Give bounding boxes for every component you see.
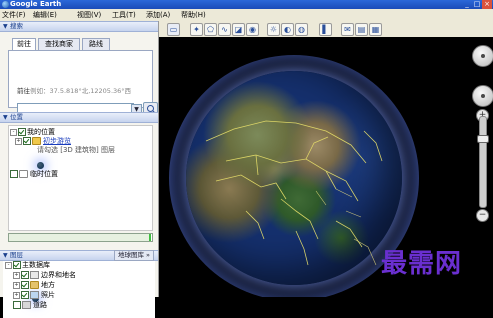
hint-example: 例如：37.5.818°北,12205.36°西 [30,87,132,95]
main-toolbar: ▭ ✦ ⬠ ∿ ◪ ◉ ☼ ◐ ◍ ▌ ✉ ▤ ▦ [159,21,493,38]
checkbox[interactable] [10,170,18,178]
watermark: 最需网 [381,249,463,279]
layer-label: 照片 [41,291,55,299]
places-icon [30,281,39,289]
checkbox[interactable] [21,281,29,289]
tab-find-business[interactable]: 查找商家 [38,38,80,50]
places-tree: - 我的位置 + 初步游览 请勾选 [3D 建筑物] 图层 临时位置 [8,125,153,231]
layer-label: 主数据库 [22,261,50,269]
layer-label: 道路 [33,301,47,309]
checkbox[interactable] [21,271,29,279]
email-icon[interactable]: ✉ [341,23,354,36]
tree-item-label: 我的位置 [27,128,55,136]
layer-label: 地方 [41,281,55,289]
checkbox[interactable] [21,291,29,299]
google-earth-app-icon [2,1,9,8]
folder-icon [19,170,28,178]
collapse-arrow-icon[interactable]: ▼ [3,113,8,122]
tab-directions[interactable]: 路线 [82,38,110,50]
expand-toggle[interactable]: + [15,137,22,145]
placemark-icon[interactable]: ✦ [190,23,203,36]
folder-icon [32,137,41,145]
checkbox[interactable] [13,261,21,269]
tree-item-label: 临时位置 [30,170,58,178]
layers-tree: - 主数据库 + 边界和地名 + 地方 + 照片 道路 [3,261,155,318]
sidebar-icon[interactable]: ▭ [167,23,180,36]
menu-tools[interactable]: 工具(T) [112,9,136,21]
layers-header-label: 图层 [10,251,23,259]
maps-icon[interactable]: ▦ [369,23,382,36]
maximize-button[interactable]: □ [472,0,482,9]
tour-icon[interactable]: ◉ [246,23,259,36]
zoom-slider[interactable] [477,116,489,208]
places-header-label: 位置 [10,113,23,121]
expand-toggle[interactable]: - [5,261,12,269]
expand-toggle[interactable]: + [13,291,20,299]
photo-icon [30,291,39,299]
places-section-header[interactable]: ▼ 位置 [0,112,158,123]
sky-icon[interactable]: ◐ [281,23,294,36]
search-section-header[interactable]: ▼ 搜索 [0,21,158,32]
sidebar: ▼ 搜索 前往 查找商家 路线 前往例如：37.5.818°北,12205.36… [0,21,159,318]
tree-item-my-places[interactable]: - 我的位置 [10,128,55,169]
layer-item[interactable]: - 主数据库 [5,261,50,302]
expand-toggle[interactable]: - [10,128,17,136]
zoom-out-button[interactable]: − [476,209,489,222]
globe-icon [37,162,44,169]
earth-gallery-button[interactable]: 地球图库 » [113,250,154,261]
overlay-icon[interactable]: ◪ [232,23,245,36]
layer-item[interactable]: + 地方 [13,281,55,290]
close-button[interactable]: × [482,0,492,9]
checkbox[interactable] [18,128,26,136]
title-bar: Google Earth _ □ × [0,0,493,9]
menu-edit[interactable]: 编辑(E) [33,9,57,21]
planet-icon[interactable]: ◍ [295,23,308,36]
expand-toggle[interactable]: + [13,271,20,279]
layer-label: 边界和地名 [41,271,76,279]
flag-icon [30,271,39,279]
checkbox[interactable] [23,137,31,145]
layer-item[interactable]: + 照片 [13,291,55,300]
tree-item-subtitle: 请勾选 [3D 建筑物] 图层 [37,146,115,154]
look-control[interactable] [472,45,493,67]
road-icon [22,301,31,309]
hint-label: 前往 [17,87,30,95]
tree-item-tour[interactable]: + 初步游览 [15,137,71,146]
layer-item[interactable]: 道路 [13,301,47,310]
status-progress-bar [8,233,153,242]
earth-3d-view[interactable]: + − 最需网 [159,37,493,297]
sun-icon[interactable]: ☼ [267,23,280,36]
ruler-icon[interactable]: ▌ [319,23,332,36]
menu-file[interactable]: 文件(F) [2,9,26,21]
tree-item-label[interactable]: 初步游览 [43,137,71,145]
globe[interactable] [186,71,402,285]
menu-view[interactable]: 视图(V) [77,9,101,21]
layers-section-header[interactable]: ▼ 图层 地球图库 » [0,250,158,261]
search-hint: 前往例如：37.5.818°北,12205.36°西 [17,85,131,95]
menu-add[interactable]: 添加(A) [146,9,170,21]
layer-item[interactable]: + 边界和地名 [13,271,76,280]
search-box: 前往例如：37.5.818°北,12205.36°西 ▼ [8,50,158,116]
expand-toggle[interactable]: + [13,281,20,289]
zoom-slider-knob[interactable] [477,135,489,143]
print-icon[interactable]: ▤ [355,23,368,36]
collapse-arrow-icon[interactable]: ▼ [3,251,8,260]
tree-item-temporary-places[interactable]: 临时位置 [10,170,58,179]
search-header-label: 搜索 [10,22,23,30]
path-icon[interactable]: ∿ [218,23,231,36]
polygon-icon[interactable]: ⬠ [204,23,217,36]
checkbox[interactable] [13,301,21,309]
country-borders [205,120,383,266]
menu-help[interactable]: 帮助(H) [181,9,206,21]
move-control[interactable] [472,85,493,107]
minimize-button[interactable]: _ [462,0,472,9]
navigation-controls: + − [471,37,493,247]
window-title: Google Earth [10,0,62,8]
collapse-arrow-icon[interactable]: ▼ [3,22,8,31]
